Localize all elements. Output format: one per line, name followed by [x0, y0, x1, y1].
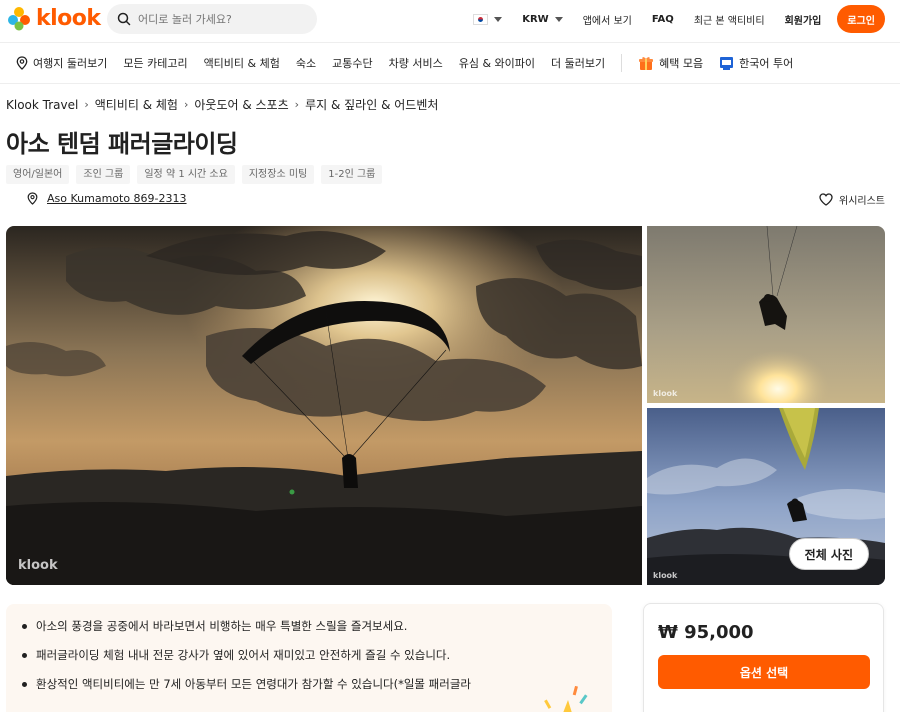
- location-pin-icon: [16, 56, 28, 70]
- nav-item-transport[interactable]: 교통수단: [332, 55, 372, 71]
- wishlist-label: 위시리스트: [839, 196, 885, 207]
- heart-icon: [819, 193, 833, 206]
- view-all-photos-button[interactable]: 전체 사진: [788, 538, 869, 570]
- nav-item-label: 여행지 둘러보기: [33, 57, 108, 70]
- signup-link[interactable]: 회원가입: [785, 12, 822, 27]
- location-pin-icon: [27, 192, 38, 205]
- recently-viewed-link[interactable]: 최근 본 액티비티: [694, 12, 765, 27]
- nav-item-label: 한국어 투어: [739, 57, 794, 70]
- nav-item-more[interactable]: 더 둘러보기: [551, 55, 605, 71]
- chevron-right-icon: ›: [294, 98, 300, 111]
- highlights-list: 아소의 풍경을 공중에서 바라보면서 비행하는 매우 특별한 스릴을 즐겨보세요…: [22, 618, 596, 692]
- breadcrumb-item[interactable]: 루지 & 짚라인 & 어드벤처: [305, 96, 438, 113]
- paraglider-sunset-image: [6, 226, 642, 585]
- tag-group-size: 1-2인 그룹: [321, 165, 383, 184]
- language-selector[interactable]: [473, 13, 503, 25]
- header-actions: KRW 앱에서 보기 FAQ 최근 본 액티비티 회원가입 로그인: [453, 4, 885, 34]
- korea-flag-icon: [473, 13, 489, 25]
- nav-item-label: 모든 카테고리: [123, 57, 188, 70]
- chevron-down-icon: [494, 16, 503, 22]
- nav-divider: [621, 54, 623, 72]
- chevron-right-icon: ›: [183, 98, 189, 111]
- breadcrumb-item[interactable]: 아웃도어 & 스포츠: [194, 96, 288, 113]
- breadcrumb-item[interactable]: 액티비티 & 체험: [95, 96, 178, 113]
- list-item: 환상적인 액티비티에는 만 7세 아동부터 모든 연령대가 참가할 수 있습니다…: [22, 676, 596, 692]
- page-title: 아소 텐덤 패러글라이딩: [6, 130, 238, 158]
- paraglider-silhouette-image: [647, 226, 885, 403]
- app-link[interactable]: 앱에서 보기: [583, 12, 632, 27]
- klook-logo[interactable]: klook: [6, 5, 101, 31]
- nav-item-destinations[interactable]: 여행지 둘러보기: [16, 55, 107, 71]
- nav-item-car-service[interactable]: 차량 서비스: [389, 55, 443, 71]
- nav-item-activities[interactable]: 액티비티 & 체험: [204, 55, 280, 71]
- main-photo[interactable]: klook: [6, 226, 642, 585]
- top-header: klook KRW 앱에서 보기 FAQ 최근 본 액티비티 회원가입 로그인: [0, 0, 900, 40]
- faq-link[interactable]: FAQ: [652, 14, 674, 25]
- currency-label: KRW: [522, 13, 549, 25]
- nav-item-label: 유심 & 와이파이: [458, 57, 535, 70]
- price-label: ₩ 95,000: [658, 622, 754, 643]
- nav-item-deals[interactable]: 혜택 모음: [638, 55, 703, 71]
- select-option-button[interactable]: 옵션 선택: [658, 655, 870, 689]
- search-bar[interactable]: [107, 4, 317, 34]
- nav-item-label: 숙소: [295, 57, 317, 70]
- nav-item-label: 액티비티 & 체험: [203, 57, 280, 70]
- confetti-decoration-icon: [544, 686, 588, 712]
- gallery-photo-3[interactable]: klook 전체 사진: [647, 408, 885, 585]
- photo-gallery: klook klook klook 전체 사진: [6, 226, 885, 585]
- booking-card: ₩ 95,000 옵션 선택: [643, 603, 884, 712]
- tag-duration: 일정 약 1 시간 소요: [137, 165, 235, 184]
- nav-item-hotels[interactable]: 숙소: [296, 55, 316, 71]
- klook-watermark: klook: [18, 558, 58, 573]
- activity-tags: 영어/일본어 조인 그룹 일정 약 1 시간 소요 지정장소 미팅 1-2인 그…: [6, 165, 383, 184]
- tag-language: 영어/일본어: [6, 165, 70, 184]
- search-icon: [117, 12, 131, 26]
- nav-item-label: 차량 서비스: [388, 57, 443, 70]
- klook-watermark: klook: [653, 571, 678, 580]
- wishlist-button[interactable]: 위시리스트: [819, 192, 885, 207]
- list-item: 패러글라이딩 체험 내내 전문 강사가 옆에 있어서 재미있고 안전하게 즐길 …: [22, 647, 596, 663]
- nav-item-korean-tour[interactable]: 한국어 투어: [719, 55, 793, 71]
- gift-icon: [639, 57, 654, 70]
- chevron-right-icon: ›: [84, 98, 89, 111]
- category-nav: 여행지 둘러보기 모든 카테고리 액티비티 & 체험 숙소 교통수단 차량 서비…: [0, 42, 900, 84]
- klook-watermark: klook: [653, 389, 678, 398]
- search-input[interactable]: [138, 12, 298, 26]
- gallery-photo-2[interactable]: klook: [647, 226, 885, 403]
- nav-item-all-categories[interactable]: 모든 카테고리: [123, 55, 187, 71]
- list-item: 아소의 풍경을 공중에서 바라보면서 비행하는 매우 특별한 스릴을 즐겨보세요…: [22, 618, 596, 634]
- klook-logo-icon: [8, 7, 30, 31]
- breadcrumb-item[interactable]: Klook Travel: [6, 98, 78, 112]
- nav-item-label: 혜택 모음: [659, 57, 704, 70]
- currency-selector[interactable]: KRW: [522, 13, 563, 25]
- tag-meeting: 지정장소 미팅: [241, 165, 315, 184]
- flag-icon: [720, 56, 734, 70]
- nav-item-label: 교통수단: [332, 57, 373, 70]
- location-link[interactable]: Aso Kumamoto 869-2313: [47, 192, 187, 205]
- tag-group-type: 조인 그룹: [76, 165, 131, 184]
- breadcrumb: Klook Travel › 액티비티 & 체험 › 아웃도어 & 스포츠 › …: [6, 96, 438, 113]
- highlights-section: 아소의 풍경을 공중에서 바라보면서 비행하는 매우 특별한 스릴을 즐겨보세요…: [6, 604, 612, 712]
- text-fade: [6, 698, 612, 712]
- login-button[interactable]: 로그인: [837, 5, 885, 33]
- nav-item-label: 더 둘러보기: [551, 57, 606, 70]
- logo-text: klook: [36, 5, 101, 31]
- location-row: Aso Kumamoto 869-2313: [27, 192, 187, 205]
- chevron-down-icon: [554, 16, 563, 22]
- nav-item-sim-wifi[interactable]: 유심 & 와이파이: [459, 55, 535, 71]
